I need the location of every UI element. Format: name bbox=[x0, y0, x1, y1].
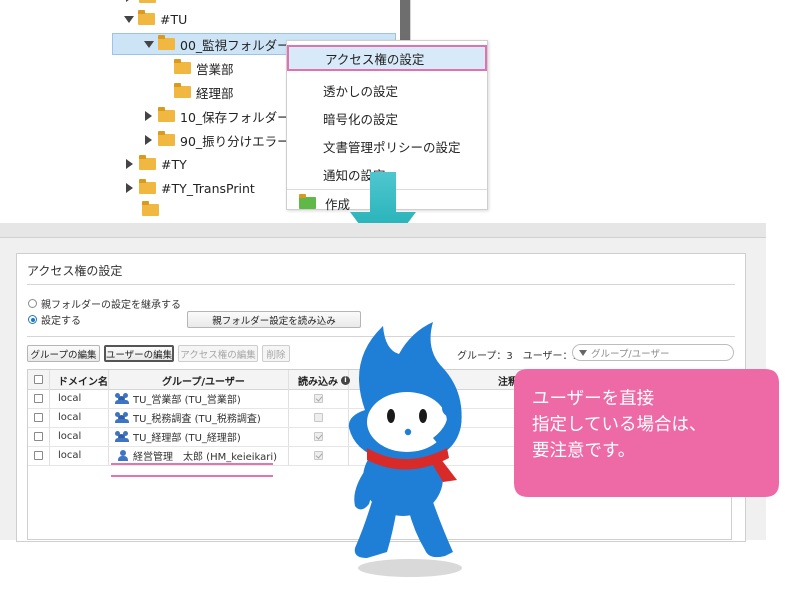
tree-item-label: 経理部 bbox=[196, 85, 234, 101]
callout-line: 要注意です。 bbox=[532, 441, 636, 461]
tree-row-partial-bottom bbox=[142, 199, 164, 221]
row-read-checkbox bbox=[314, 394, 323, 403]
menu-item-encryption-settings[interactable]: 暗号化の設定 bbox=[287, 105, 487, 131]
tree-item-sales[interactable]: 営業部 bbox=[174, 57, 234, 79]
tree-item-accounting[interactable]: 経理部 bbox=[174, 81, 234, 103]
collapse-arrow-icon[interactable] bbox=[124, 15, 134, 23]
delete-button[interactable]: 削除 bbox=[262, 345, 290, 362]
row-group-user: 経営管理 太郎 (HM_keieikari) bbox=[118, 448, 278, 463]
collapse-arrow-icon[interactable] bbox=[144, 40, 154, 48]
expand-arrow-icon[interactable] bbox=[126, 159, 133, 169]
row-group-user: TU_税務調査 (TU_税務調査) bbox=[115, 410, 261, 425]
tree-item-label: #TU bbox=[160, 11, 188, 27]
callout-line: 指定している場合は、 bbox=[532, 415, 707, 435]
menu-item-label: 暗号化の設定 bbox=[323, 111, 399, 127]
column-header-group-user[interactable]: グループ/ユーザー bbox=[162, 373, 245, 388]
menu-item-label: 透かしの設定 bbox=[323, 83, 399, 99]
row-group-user: TU_営業部 (TU_営業部) bbox=[115, 391, 241, 406]
row-domain: local bbox=[58, 392, 82, 404]
folder-icon bbox=[174, 59, 191, 74]
edit-group-button[interactable]: グループの編集 bbox=[27, 345, 100, 362]
menu-item-label: 文書管理ポリシーの設定 bbox=[323, 139, 461, 155]
row-checkbox[interactable] bbox=[34, 432, 43, 441]
menu-item-label: 作成 bbox=[325, 196, 351, 212]
row-domain: local bbox=[58, 411, 82, 423]
menu-item-label: アクセス権の設定 bbox=[325, 51, 425, 67]
group-icon bbox=[115, 392, 129, 404]
folder-icon bbox=[138, 10, 155, 25]
menu-item-access-settings[interactable]: アクセス権の設定 bbox=[287, 45, 487, 71]
group-icon bbox=[115, 430, 129, 442]
row-name: TU_税務調査 (TU_税務調査) bbox=[133, 413, 261, 425]
expand-arrow-icon[interactable] bbox=[145, 135, 152, 145]
tree-item-label: 90_振り分けエラー bbox=[180, 133, 290, 149]
callout-text: ユーザーを直接 指定している場合は、 要注意です。 bbox=[532, 386, 772, 464]
tree-item-storage[interactable]: 10_保存フォルダー bbox=[143, 105, 290, 127]
edit-access-button[interactable]: アクセス権の編集 bbox=[178, 345, 258, 362]
row-read-checkbox bbox=[314, 432, 323, 441]
filter-input[interactable]: グループ/ユーザー bbox=[572, 344, 734, 361]
folder-icon bbox=[158, 131, 175, 146]
row-name: TU_営業部 (TU_営業部) bbox=[133, 394, 241, 406]
row-checkbox[interactable] bbox=[34, 451, 43, 460]
radio-set[interactable]: 設定する bbox=[28, 312, 81, 327]
row-read-checkbox bbox=[314, 413, 323, 422]
row-read-checkbox bbox=[314, 451, 323, 460]
tree-item-ty-transprint[interactable]: #TY_TransPrint bbox=[124, 177, 255, 199]
expand-arrow-icon[interactable] bbox=[145, 111, 152, 121]
select-all-checkbox[interactable] bbox=[34, 375, 43, 384]
tree-item-label: #TY bbox=[161, 156, 187, 172]
app-tab-bar bbox=[0, 223, 766, 238]
dialog-divider bbox=[27, 284, 735, 285]
dialog-title: アクセス権の設定 bbox=[27, 264, 123, 278]
tree-item-tu[interactable]: #TU bbox=[124, 8, 187, 30]
row-checkbox[interactable] bbox=[34, 394, 43, 403]
row-group-user: TU_経理部 (TU_経理部) bbox=[115, 429, 241, 444]
tree-item-sort-error[interactable]: 90_振り分けエラー bbox=[143, 129, 290, 151]
tree-item-label: #TY_TransPrint bbox=[161, 180, 255, 196]
radio-inherit[interactable]: 親フォルダーの設定を継承する bbox=[28, 296, 181, 311]
highlight-underline bbox=[111, 475, 273, 477]
row-domain: local bbox=[58, 449, 82, 461]
tree-item-label: 00_監視フォルダー bbox=[180, 37, 290, 53]
folder-icon bbox=[139, 0, 156, 3]
folder-icon bbox=[158, 107, 175, 122]
edit-user-button[interactable]: ユーザーの編集 bbox=[104, 345, 174, 362]
row-domain: local bbox=[58, 430, 82, 442]
tree-item-label: 営業部 bbox=[196, 61, 234, 77]
row-checkbox[interactable] bbox=[34, 413, 43, 422]
radio-inherit-button[interactable] bbox=[28, 299, 37, 308]
folder-icon bbox=[139, 179, 156, 194]
row-name: 経営管理 太郎 (HM_keieikari) bbox=[133, 451, 278, 463]
callout-line: ユーザーを直接 bbox=[532, 389, 655, 409]
new-folder-icon bbox=[299, 194, 316, 209]
tree-item-ty[interactable]: #TY bbox=[124, 153, 187, 175]
expand-arrow-icon[interactable] bbox=[126, 0, 133, 2]
menu-item-watermark-settings[interactable]: 透かしの設定 bbox=[287, 77, 487, 103]
tree-item-label: 10_保存フォルダー bbox=[180, 109, 290, 125]
expand-arrow-icon[interactable] bbox=[126, 183, 133, 193]
group-icon bbox=[115, 411, 129, 423]
column-header-domain[interactable]: ドメイン名 bbox=[58, 373, 108, 388]
tree-row-partial bbox=[124, 0, 161, 8]
filter-placeholder: グループ/ユーザー bbox=[591, 348, 670, 360]
folder-icon bbox=[174, 83, 191, 98]
user-icon bbox=[118, 449, 128, 461]
highlight-underline bbox=[111, 463, 273, 465]
radio-inherit-label: 親フォルダーの設定を継承する bbox=[41, 300, 181, 311]
mascot-character bbox=[348, 322, 462, 577]
row-name: TU_経理部 (TU_経理部) bbox=[133, 432, 241, 444]
folder-icon bbox=[142, 201, 159, 216]
folder-icon bbox=[139, 155, 156, 170]
filter-icon bbox=[579, 349, 587, 356]
radio-set-label: 設定する bbox=[41, 316, 81, 327]
folder-icon bbox=[158, 35, 175, 50]
menu-item-policy-settings[interactable]: 文書管理ポリシーの設定 bbox=[287, 133, 487, 159]
radio-set-button[interactable] bbox=[28, 315, 37, 324]
